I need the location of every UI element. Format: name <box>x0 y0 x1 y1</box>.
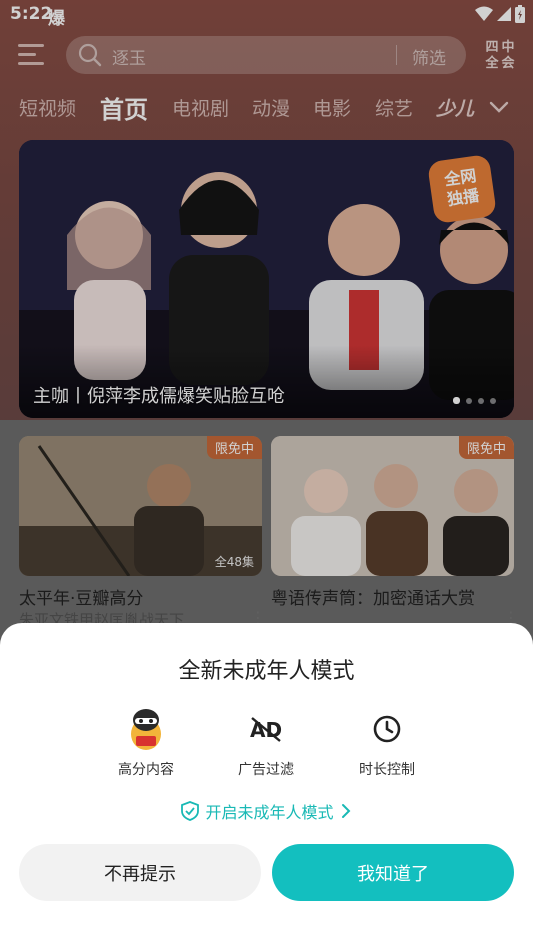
enable-link-label: 开启未成年人模式 <box>205 803 334 822</box>
no-ad-icon: AD <box>244 707 288 751</box>
mascot-icon <box>124 707 168 751</box>
ok-button[interactable]: 我知道了 <box>272 844 514 901</box>
feature-time-control: 时长控制 <box>327 707 447 779</box>
chevron-right-icon <box>341 804 350 818</box>
feature-high-score: 高分内容 <box>86 707 206 779</box>
dismiss-button[interactable]: 不再提示 <box>19 844 261 901</box>
shield-icon <box>181 801 200 821</box>
feature-label: 广告过滤 <box>238 762 294 778</box>
feature-label: 时长控制 <box>359 762 415 778</box>
clock-icon <box>365 707 409 751</box>
sheet-title: 全新未成年人模式 <box>178 659 355 684</box>
teen-mode-sheet: 全新未成年人模式 高分内容 AD 广告过滤 <box>0 623 533 948</box>
feature-ad-filter: AD 广告过滤 <box>206 707 326 779</box>
enable-teen-mode-link[interactable]: 开启未成年人模式 <box>0 799 533 823</box>
feature-label: 高分内容 <box>118 762 174 778</box>
